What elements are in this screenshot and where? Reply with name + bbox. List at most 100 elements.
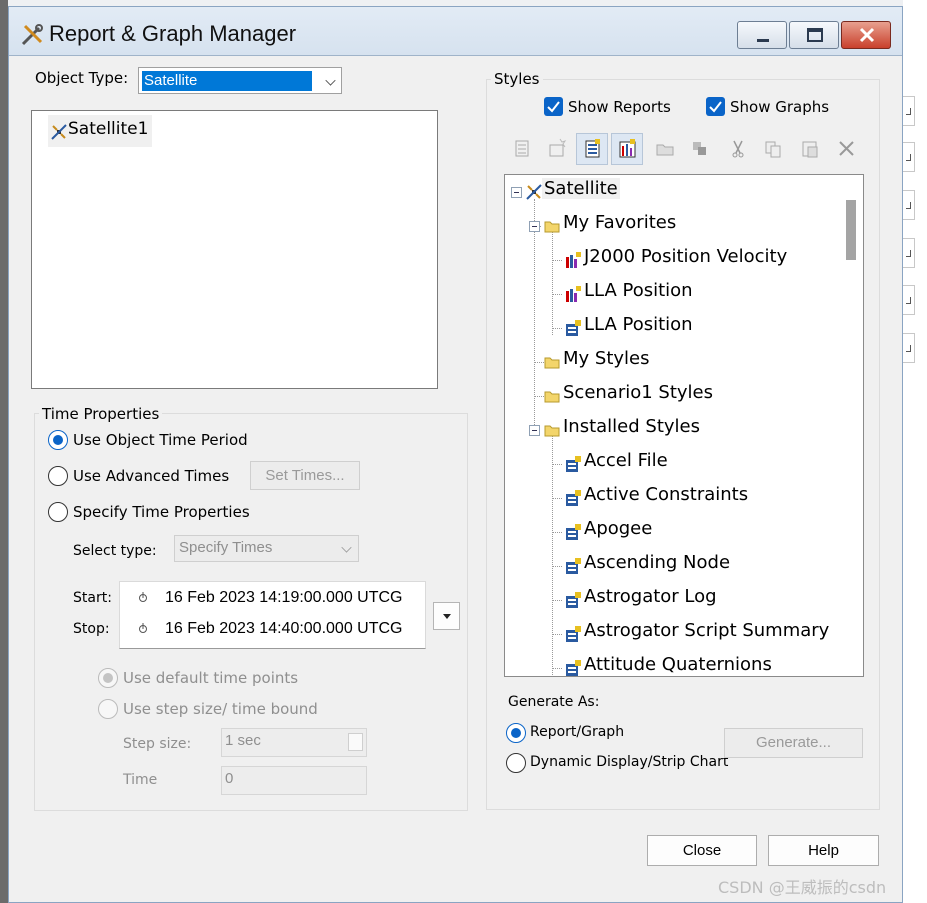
use-object-time-radio[interactable] — [48, 430, 68, 450]
title-bar[interactable]: Report & Graph Manager — [9, 7, 902, 55]
tree-item[interactable]: LLA Position — [584, 314, 693, 335]
checkmark-icon — [709, 101, 722, 113]
satellite-icon — [51, 124, 67, 140]
open-folder-button[interactable] — [649, 133, 681, 165]
tree-item[interactable]: Accel File — [584, 450, 668, 471]
tree-item[interactable]: Attitude Quaternions — [584, 654, 772, 675]
paste-button[interactable] — [794, 133, 826, 165]
background-panel — [903, 0, 927, 903]
show-graphs-label: Show Graphs — [730, 98, 830, 116]
tree-item[interactable]: Apogee — [584, 518, 652, 539]
collapse-icon[interactable] — [511, 187, 522, 198]
specify-time-properties-radio[interactable] — [48, 502, 68, 522]
default-time-points-label: Use default time points — [123, 669, 299, 687]
cut-icon — [732, 140, 744, 158]
time-value: 0 — [225, 770, 234, 787]
properties-button[interactable] — [684, 133, 716, 165]
object-type-select[interactable]: Satellite — [138, 67, 342, 94]
step-size-field[interactable]: 1 sec — [221, 728, 367, 757]
close-window-button[interactable] — [841, 21, 891, 49]
use-object-time-label: Use Object Time Period — [73, 431, 248, 449]
report-graph-label: Report/Graph — [530, 724, 625, 740]
tree-folder-my-styles[interactable]: My Styles — [563, 348, 650, 369]
collapse-icon[interactable] — [529, 221, 540, 232]
chevron-down-icon — [325, 75, 336, 86]
folder-icon — [544, 221, 560, 233]
object-name: Satellite1 — [68, 119, 149, 139]
stop-time-value[interactable]: 16 Feb 2023 14:40:00.000 UTCG — [165, 620, 403, 638]
set-times-button[interactable]: Set Times... — [250, 461, 360, 490]
side-toolbar-button[interactable] — [903, 238, 915, 268]
dynamic-display-radio[interactable] — [506, 753, 526, 773]
use-advanced-times-label: Use Advanced Times — [73, 467, 230, 485]
report-style-button[interactable] — [576, 133, 608, 165]
minimize-button[interactable] — [737, 21, 787, 49]
collapse-icon[interactable] — [529, 425, 540, 436]
show-graphs-checkbox[interactable] — [706, 97, 725, 116]
generate-button[interactable]: Generate... — [724, 728, 863, 758]
step-size-label: Step size: — [123, 736, 192, 752]
styles-title: Styles — [491, 70, 543, 88]
maximize-button[interactable] — [789, 21, 839, 49]
object-list[interactable]: Satellite1 — [31, 110, 438, 389]
object-type-value: Satellite — [142, 71, 312, 91]
tree-folder-installed-styles[interactable]: Installed Styles — [563, 416, 700, 437]
tree-item[interactable]: LLA Position — [584, 280, 693, 301]
delete-icon — [839, 141, 854, 156]
default-time-points-radio[interactable] — [98, 668, 118, 688]
new-graph-icon — [549, 138, 567, 157]
folder-icon — [544, 391, 560, 403]
time-field[interactable]: 0 — [221, 766, 367, 795]
copy-icon — [765, 141, 781, 158]
new-graph-button[interactable] — [541, 133, 573, 165]
scrollbar-thumb[interactable] — [846, 200, 856, 260]
side-toolbar-button[interactable] — [903, 333, 915, 363]
close-button[interactable]: Close — [647, 835, 757, 866]
tree-folder-my-favorites[interactable]: My Favorites — [563, 212, 676, 233]
new-report-button[interactable] — [506, 133, 538, 165]
report-style-icon — [566, 320, 581, 336]
styles-tree[interactable]: Satellite My Favorites J2000 Position Ve… — [504, 174, 864, 677]
clock-icon — [139, 592, 147, 602]
tree-scrollbar[interactable] — [838, 175, 863, 676]
side-toolbar-button[interactable] — [903, 285, 915, 315]
delete-button[interactable] — [831, 133, 863, 165]
paste-icon — [802, 141, 818, 158]
side-toolbar-button[interactable] — [903, 190, 915, 220]
tree-item[interactable]: Astrogator Log — [584, 586, 717, 607]
side-toolbar-button[interactable] — [903, 96, 915, 126]
report-style-icon — [566, 490, 581, 506]
tree-item[interactable]: Astrogator Script Summary — [584, 620, 829, 641]
minimize-icon — [757, 39, 769, 42]
watermark: CSDN @王威振的csdn — [718, 878, 887, 897]
step-size-spinner-icon[interactable] — [348, 733, 363, 751]
show-reports-label: Show Reports — [568, 98, 671, 116]
window-title: Report & Graph Manager — [49, 21, 297, 46]
cut-button[interactable] — [722, 133, 754, 165]
side-toolbar-button[interactable] — [903, 142, 915, 172]
graph-style-button[interactable] — [611, 133, 643, 165]
use-advanced-times-radio[interactable] — [48, 466, 68, 486]
show-reports-checkbox[interactable] — [544, 97, 563, 116]
list-item[interactable]: Satellite1 — [48, 115, 153, 147]
tree-folder-scenario-styles[interactable]: Scenario1 Styles — [563, 382, 713, 403]
graph-style-icon — [566, 252, 581, 268]
step-size-time-bound-radio[interactable] — [98, 699, 118, 719]
time-dropdown-button[interactable] — [433, 602, 460, 630]
tree-root-satellite[interactable]: Satellite — [542, 178, 620, 199]
generate-as-label: Generate As: — [508, 694, 600, 710]
step-size-value: 1 sec — [225, 732, 261, 749]
copy-button[interactable] — [757, 133, 789, 165]
tree-item[interactable]: Active Constraints — [584, 484, 748, 505]
folder-icon — [544, 357, 560, 369]
time-interval-box[interactable]: 16 Feb 2023 14:19:00.000 UTCG 16 Feb 202… — [119, 581, 426, 649]
report-style-icon — [566, 660, 581, 676]
report-graph-radio[interactable] — [506, 723, 526, 743]
select-type-dropdown[interactable]: Specify Times — [174, 535, 359, 562]
help-button[interactable]: Help — [768, 835, 879, 866]
report-style-icon — [566, 626, 581, 642]
new-report-icon — [515, 140, 529, 157]
start-time-value[interactable]: 16 Feb 2023 14:19:00.000 UTCG — [165, 589, 403, 607]
tree-item[interactable]: Ascending Node — [584, 552, 730, 573]
tree-item[interactable]: J2000 Position Velocity — [584, 246, 787, 267]
